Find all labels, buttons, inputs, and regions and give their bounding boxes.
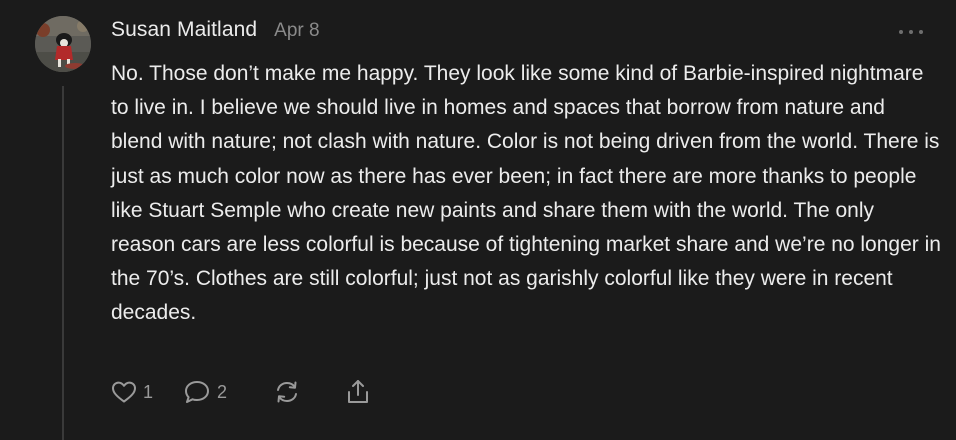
- reply-count: 2: [217, 381, 228, 402]
- comment-actions: 1 2: [111, 374, 371, 410]
- more-dot: [909, 30, 913, 34]
- like-button[interactable]: 1: [111, 380, 153, 404]
- comment-header: Susan Maitland Apr 8: [111, 18, 320, 48]
- restack-icon: [277, 381, 298, 403]
- share-button[interactable]: [345, 378, 371, 406]
- comment-body: No. Those don’t make me happy. They look…: [111, 62, 941, 325]
- more-options-icon[interactable]: [899, 22, 923, 42]
- reply-button[interactable]: 2: [183, 379, 227, 405]
- like-count: 1: [143, 381, 154, 402]
- restack-button[interactable]: [273, 379, 301, 405]
- comment: Susan Maitland Apr 8 No. Those don’t mak…: [0, 0, 956, 440]
- author-name[interactable]: Susan Maitland: [111, 18, 257, 42]
- heart-icon: [112, 381, 136, 403]
- thread-line: [62, 86, 64, 440]
- comment-date[interactable]: Apr 8: [274, 20, 319, 42]
- speech-bubble-icon: [185, 381, 210, 403]
- more-dot: [899, 30, 903, 34]
- share-icon: [348, 380, 369, 403]
- avatar[interactable]: [35, 16, 91, 72]
- avatar-image: [35, 16, 91, 72]
- more-dot: [919, 30, 923, 34]
